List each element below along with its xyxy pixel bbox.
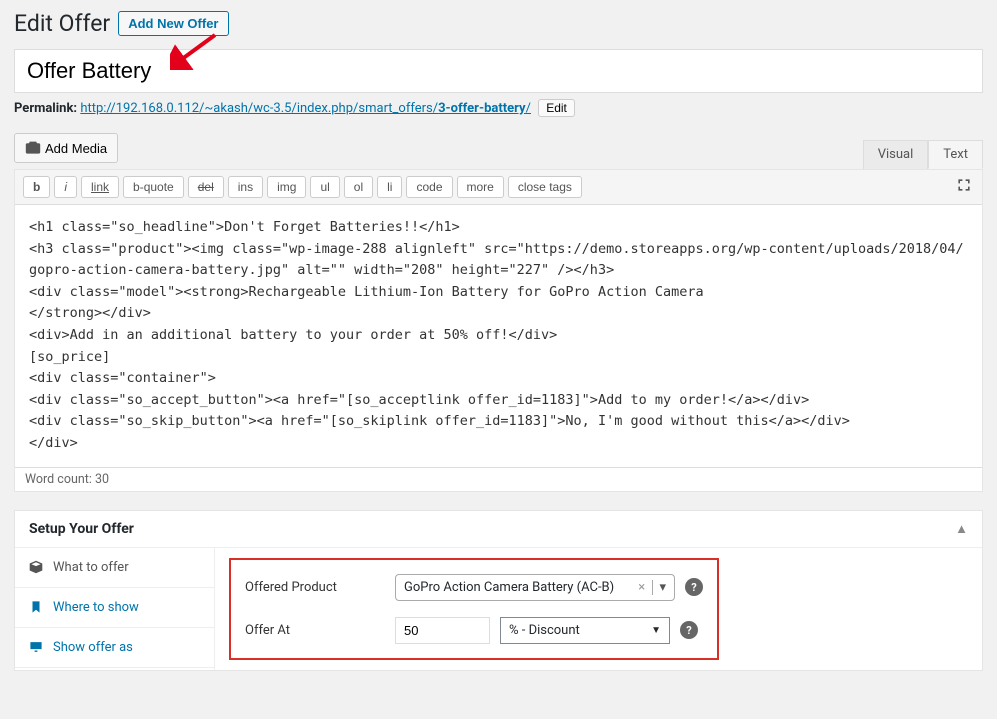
- permalink-link[interactable]: http://192.168.0.112/~akash/wc-3.5/index…: [80, 101, 531, 116]
- monitor-icon: [29, 640, 43, 654]
- offer-at-input[interactable]: [395, 617, 490, 644]
- toolbar-bold-button[interactable]: b: [23, 176, 50, 198]
- add-media-button[interactable]: Add Media: [14, 133, 118, 163]
- toolbar-link-button[interactable]: link: [81, 176, 119, 198]
- offer-at-label: Offer At: [245, 623, 385, 638]
- highlight-box: Offered Product GoPro Action Camera Batt…: [229, 558, 719, 660]
- toolbar-bquote-button[interactable]: b-quote: [123, 176, 184, 198]
- word-count: Word count: 30: [15, 467, 982, 491]
- edit-slug-button[interactable]: Edit: [538, 99, 575, 117]
- chevron-down-icon: ▼: [651, 625, 661, 636]
- toolbar-li-button[interactable]: li: [377, 176, 402, 198]
- annotation-arrow-icon: [170, 30, 220, 70]
- nav-show-offer-as[interactable]: Show offer as: [15, 628, 214, 668]
- help-icon[interactable]: ?: [685, 578, 703, 596]
- toolbar-closetags-button[interactable]: close tags: [508, 176, 582, 198]
- permalink-label: Permalink:: [14, 101, 77, 116]
- page-title: Edit Offer: [14, 10, 110, 37]
- fullscreen-icon[interactable]: [956, 177, 972, 197]
- nav-where-to-show[interactable]: Where to show: [15, 588, 214, 628]
- toolbar-code-button[interactable]: code: [406, 176, 452, 198]
- nav-what-to-offer[interactable]: What to offer: [15, 548, 214, 588]
- setup-panel-title: Setup Your Offer: [29, 521, 134, 537]
- tab-text[interactable]: Text: [928, 140, 983, 169]
- toolbar-del-button[interactable]: del: [188, 176, 224, 198]
- toolbar-img-button[interactable]: img: [267, 176, 306, 198]
- tab-visual[interactable]: Visual: [863, 140, 929, 169]
- discount-type-select[interactable]: % - Discount ▼: [500, 617, 670, 644]
- editor-toolbar: b i link b-quote del ins img ul ol li co…: [15, 170, 982, 205]
- toolbar-ul-button[interactable]: ul: [310, 176, 339, 198]
- offered-product-label: Offered Product: [245, 580, 385, 595]
- toolbar-italic-button[interactable]: i: [54, 176, 77, 198]
- collapse-panel-icon[interactable]: ▲: [955, 521, 968, 537]
- chevron-down-icon[interactable]: ▾: [652, 580, 666, 595]
- camera-icon: [25, 140, 41, 156]
- toolbar-ins-button[interactable]: ins: [228, 176, 263, 198]
- clear-product-icon[interactable]: ×: [638, 580, 645, 595]
- bookmark-icon: [29, 600, 43, 614]
- offered-product-select[interactable]: GoPro Action Camera Battery (AC-B) × ▾: [395, 574, 675, 601]
- offer-title-input[interactable]: [14, 49, 983, 93]
- cube-icon: [29, 560, 43, 574]
- toolbar-more-button[interactable]: more: [457, 176, 504, 198]
- editor-textarea[interactable]: <h1 class="so_headline">Don't Forget Bat…: [15, 205, 982, 467]
- help-icon[interactable]: ?: [680, 621, 698, 639]
- toolbar-ol-button[interactable]: ol: [344, 176, 373, 198]
- permalink-row: Permalink: http://192.168.0.112/~akash/w…: [14, 99, 983, 117]
